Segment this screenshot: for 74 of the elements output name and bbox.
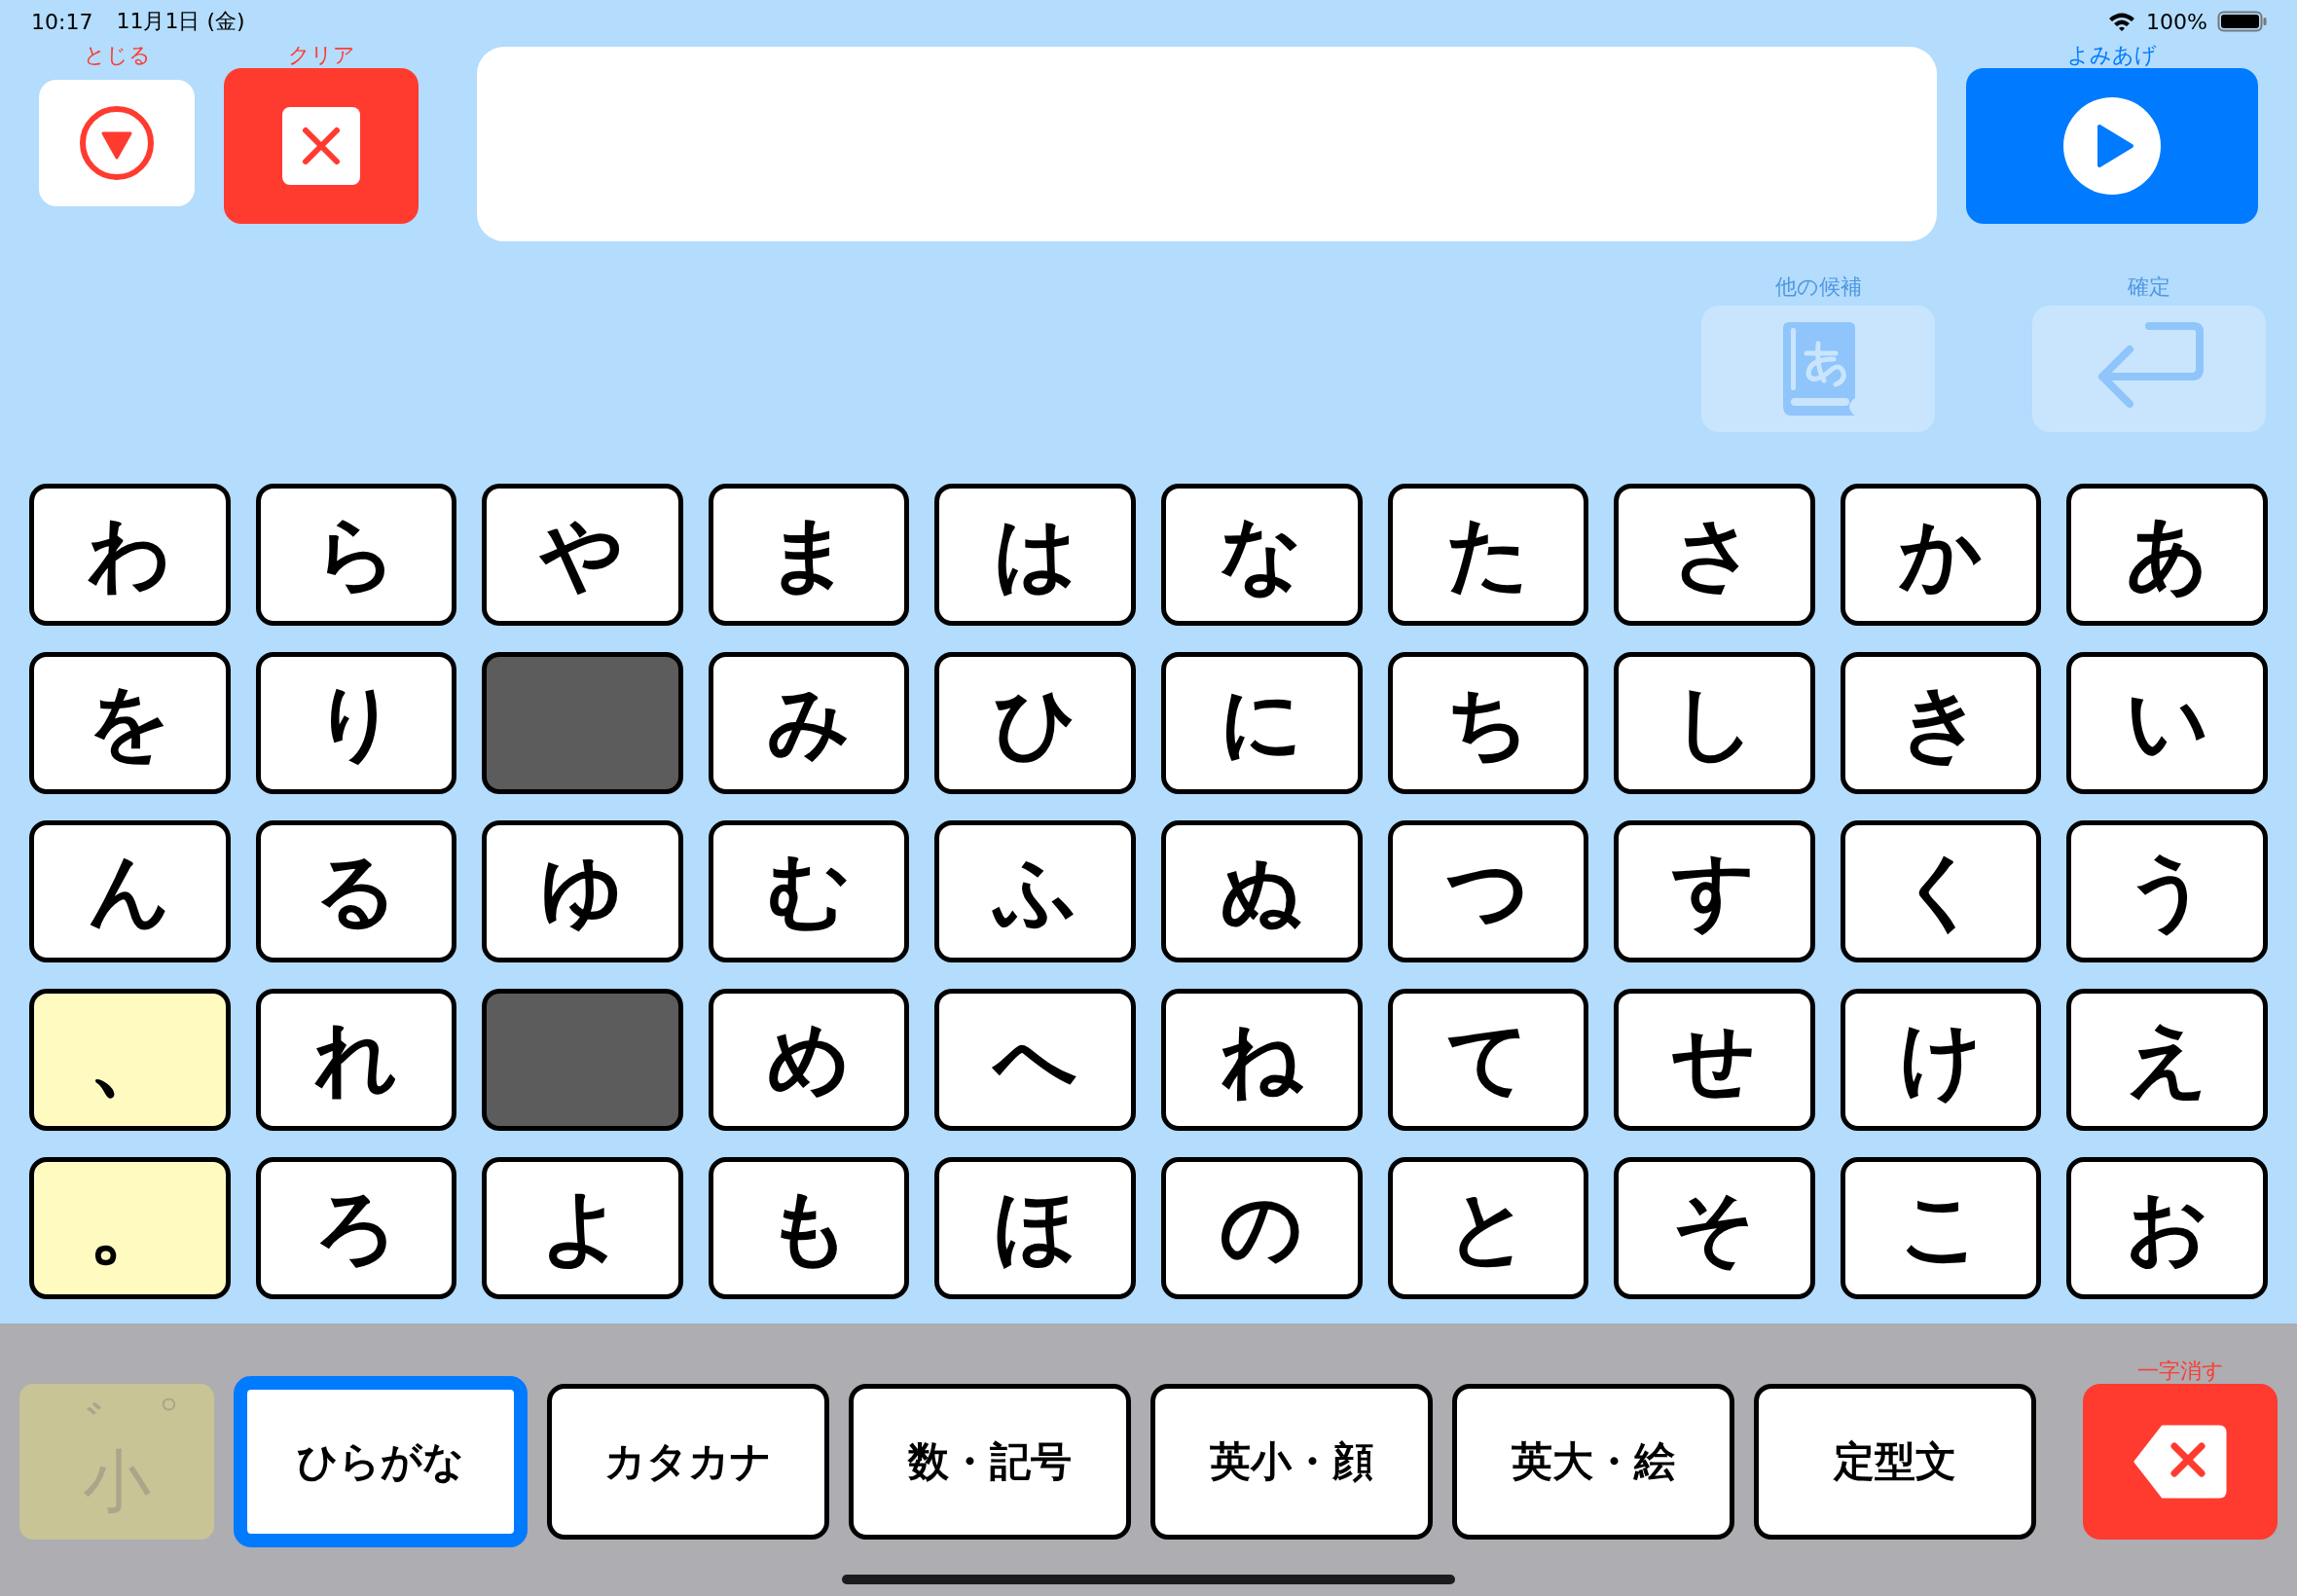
button-caption: 一字消す bbox=[2136, 1359, 2224, 1384]
mode-tab[interactable]: 英大・絵 bbox=[1452, 1384, 1734, 1540]
kana-key[interactable]: こ bbox=[1840, 1157, 2042, 1299]
button-caption: クリア bbox=[287, 43, 355, 68]
kana-key[interactable]: か bbox=[1840, 484, 2042, 626]
status-time: 10:17 bbox=[31, 9, 93, 34]
clear-button[interactable] bbox=[224, 68, 419, 224]
kana-key[interactable]: ん bbox=[29, 820, 231, 962]
kana-key[interactable]: ゆ bbox=[482, 820, 683, 962]
punctuation-key[interactable]: 、 bbox=[29, 989, 231, 1131]
punctuation-key[interactable]: 。 bbox=[29, 1157, 231, 1299]
kana-key[interactable]: を bbox=[29, 652, 231, 794]
mode-tab[interactable]: 英小・顔 bbox=[1150, 1384, 1433, 1540]
kana-key[interactable]: て bbox=[1387, 989, 1589, 1131]
kana-key[interactable]: さ bbox=[1614, 484, 1815, 626]
button-caption: 他の候補 bbox=[1774, 274, 1862, 300]
mode-tab[interactable]: 数・記号 bbox=[849, 1384, 1131, 1540]
kana-key[interactable]: す bbox=[1614, 820, 1815, 962]
kana-key[interactable]: る bbox=[255, 820, 457, 962]
kana-key[interactable]: う bbox=[2066, 820, 2268, 962]
kana-key[interactable]: み bbox=[708, 652, 910, 794]
kana-key[interactable]: ろ bbox=[255, 1157, 457, 1299]
kana-key[interactable]: や bbox=[482, 484, 683, 626]
kana-key[interactable]: く bbox=[1840, 820, 2042, 962]
kana-key[interactable]: た bbox=[1387, 484, 1589, 626]
kana-key[interactable]: ら bbox=[255, 484, 457, 626]
battery-percent: 100% bbox=[2146, 9, 2207, 34]
text-field[interactable] bbox=[477, 47, 1937, 241]
kana-key[interactable]: い bbox=[2066, 652, 2268, 794]
kana-key[interactable]: し bbox=[1614, 652, 1815, 794]
kana-key[interactable]: は bbox=[934, 484, 1136, 626]
kana-key[interactable]: ち bbox=[1387, 652, 1589, 794]
close-down-icon bbox=[78, 104, 156, 182]
kana-key[interactable]: ま bbox=[708, 484, 910, 626]
mode-tab[interactable]: カタカナ bbox=[547, 1384, 829, 1540]
close-button[interactable] bbox=[39, 80, 195, 206]
kana-key[interactable]: ぬ bbox=[1161, 820, 1363, 962]
read-aloud-button[interactable] bbox=[1966, 68, 2258, 224]
kana-key[interactable]: め bbox=[708, 989, 910, 1131]
kana-key[interactable]: む bbox=[708, 820, 910, 962]
mode-tab[interactable]: ひらがな bbox=[234, 1376, 528, 1547]
play-icon bbox=[2063, 97, 2161, 195]
kana-key[interactable]: も bbox=[708, 1157, 910, 1299]
clear-icon bbox=[282, 107, 360, 185]
kana-key[interactable]: り bbox=[255, 652, 457, 794]
kana-key[interactable]: え bbox=[2066, 989, 2268, 1131]
kana-key[interactable]: ほ bbox=[934, 1157, 1136, 1299]
kana-key[interactable]: き bbox=[1840, 652, 2042, 794]
status-date: 11月1日 (金) bbox=[116, 8, 245, 35]
kana-key[interactable]: よ bbox=[482, 1157, 683, 1299]
button-caption: よみあげ bbox=[2067, 43, 2157, 68]
kana-key[interactable]: け bbox=[1840, 989, 2042, 1131]
button-caption: とじる bbox=[83, 43, 151, 68]
kana-key[interactable]: ひ bbox=[934, 652, 1136, 794]
kana-key[interactable]: ね bbox=[1161, 989, 1363, 1131]
kana-key[interactable]: せ bbox=[1614, 989, 1815, 1131]
wifi-icon bbox=[2107, 11, 2137, 32]
kana-key[interactable]: あ bbox=[2066, 484, 2268, 626]
button-caption: 確定 bbox=[2128, 274, 2170, 300]
mode-tab[interactable]: 定型文 bbox=[1754, 1384, 2036, 1540]
kana-key[interactable]: そ bbox=[1614, 1157, 1815, 1299]
kana-key[interactable]: へ bbox=[934, 989, 1136, 1131]
kana-key[interactable]: つ bbox=[1387, 820, 1589, 962]
kana-key[interactable]: の bbox=[1161, 1157, 1363, 1299]
delete-button[interactable] bbox=[2083, 1384, 2278, 1540]
kana-key[interactable]: に bbox=[1161, 652, 1363, 794]
backspace-icon bbox=[2133, 1425, 2227, 1499]
battery-icon bbox=[2217, 10, 2268, 33]
kana-key[interactable]: れ bbox=[255, 989, 457, 1131]
kana-key[interactable]: お bbox=[2066, 1157, 2268, 1299]
kana-key[interactable]: と bbox=[1387, 1157, 1589, 1299]
kana-key[interactable]: わ bbox=[29, 484, 231, 626]
kana-key[interactable]: な bbox=[1161, 484, 1363, 626]
kana-key[interactable]: ふ bbox=[934, 820, 1136, 962]
